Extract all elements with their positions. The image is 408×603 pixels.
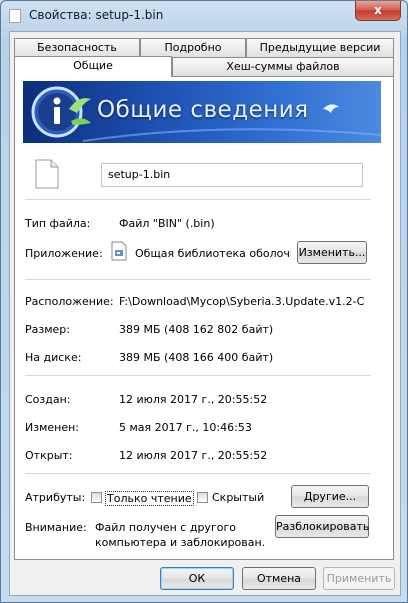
close-button[interactable]: x xyxy=(355,1,401,21)
separator xyxy=(25,279,371,280)
location-label: Расположение: xyxy=(25,295,114,308)
application-label: Приложение: xyxy=(25,247,103,260)
properties-window: Свойства: setup-1.bin x Безопасность Под… xyxy=(0,0,408,603)
hidden-checkbox[interactable] xyxy=(197,492,208,503)
file-type-label: Тип файла: xyxy=(25,217,91,230)
hidden-label[interactable]: Скрытый xyxy=(212,491,264,504)
attention-line-1: Файл получен с другого xyxy=(95,521,236,534)
attention-line-2: компьютера и заблокирован. xyxy=(95,536,266,549)
ok-button[interactable]: ОК xyxy=(160,567,234,590)
separator xyxy=(25,199,371,200)
size-label: Размер: xyxy=(25,323,70,336)
location-value: F:\Download\Mycop\Syberia.3.Update.v1.2-… xyxy=(119,295,365,308)
tab-details[interactable]: Подробно xyxy=(140,38,246,57)
readonly-label[interactable]: Только чтение xyxy=(105,491,194,506)
banner: Общие сведения xyxy=(23,81,381,143)
tab-security[interactable]: Безопасность xyxy=(14,38,140,57)
dialog-body: Безопасность Подробно Предыдущие версии … xyxy=(9,31,401,596)
opened-value: 12 июля 2017 г., 20:55:52 xyxy=(119,449,268,462)
unblock-button[interactable]: Разблокировать xyxy=(275,515,369,538)
app-icon xyxy=(111,241,127,261)
file-name-value: setup-1.bin xyxy=(108,168,171,181)
tab-general[interactable]: Общие xyxy=(14,56,172,77)
attention-label: Внимание: xyxy=(25,521,87,534)
size-value: 389 МБ (408 162 802 байт) xyxy=(119,323,274,336)
window-title: Свойства: setup-1.bin xyxy=(29,8,164,22)
disk-size-value: 389 МБ (408 166 400 байт) xyxy=(119,351,274,364)
file-name-input[interactable]: setup-1.bin xyxy=(101,163,363,187)
readonly-checkbox[interactable] xyxy=(91,492,102,503)
modified-value: 5 мая 2017 г., 10:46:53 xyxy=(119,421,252,434)
opened-label: Открыт: xyxy=(25,449,73,462)
banner-title: Общие сведения xyxy=(97,97,309,123)
file-icon xyxy=(9,9,21,23)
separator xyxy=(25,375,371,376)
other-attributes-button[interactable]: Другие... xyxy=(291,485,369,508)
created-label: Создан: xyxy=(25,393,71,406)
created-value: 12 июля 2017 г., 20:55:52 xyxy=(119,393,268,406)
attributes-label: Атрибуты: xyxy=(25,491,86,504)
application-value: Общая библиотека оболочки W xyxy=(135,247,291,260)
general-panel: Общие сведения setup-1.bin Тип файла: Фа… xyxy=(14,76,394,560)
cancel-button[interactable]: Отмена xyxy=(242,567,316,590)
separator xyxy=(25,473,371,474)
title-bar[interactable]: Свойства: setup-1.bin x xyxy=(1,1,407,31)
apply-button[interactable]: Применить xyxy=(323,567,395,590)
tab-previous-versions[interactable]: Предыдущие версии xyxy=(246,38,394,57)
file-type-value: Файл "BIN" (.bin) xyxy=(119,217,215,230)
disk-size-label: На диске: xyxy=(25,351,82,364)
change-button[interactable]: Изменить... xyxy=(297,241,367,264)
document-icon xyxy=(35,159,59,189)
tab-hashes[interactable]: Хеш-суммы файлов xyxy=(172,57,394,76)
modified-label: Изменен: xyxy=(25,421,80,434)
